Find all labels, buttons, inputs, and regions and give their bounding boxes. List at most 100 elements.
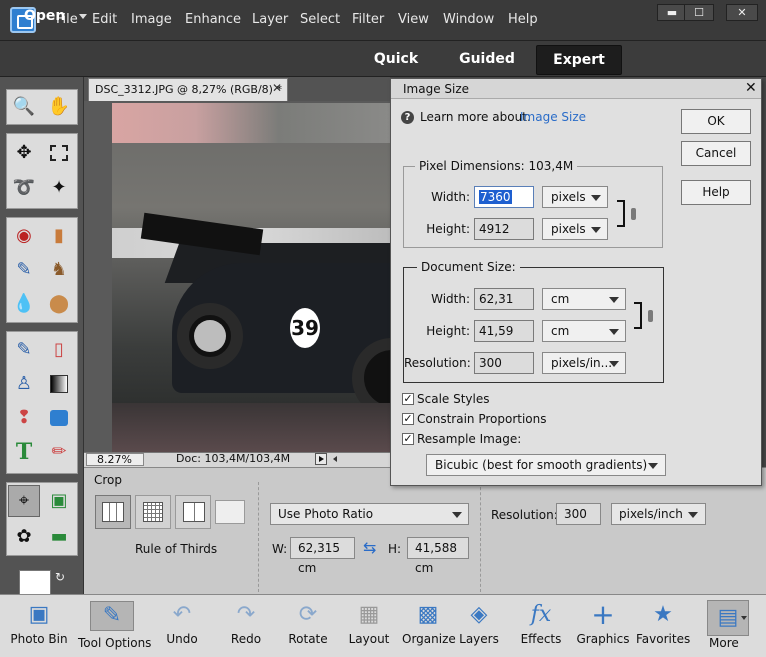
blur-tool-icon[interactable]: 💧 [10,290,38,318]
constrain-proportions-checkbox[interactable]: ✓ [402,413,414,425]
layers-icon: ◈ [470,602,488,627]
zoom-tool-icon[interactable]: 🔍 [10,93,38,121]
more-dropdown-icon[interactable] [741,616,747,620]
no-overlay-split-button[interactable] [175,495,211,529]
constrain-proportions-label: Constrain Proportions [417,412,547,426]
chevron-down-icon [648,463,658,469]
undo-button[interactable]: ↶ Undo [160,598,204,654]
pixel-height-input[interactable]: 4912 [474,218,534,240]
smart-brush-icon[interactable]: ✎ [10,256,38,284]
resample-image-checkbox[interactable]: ✓ [402,433,414,445]
menu-edit[interactable]: Edit [92,12,117,27]
chevron-down-icon [591,195,601,201]
pencil-tool-icon[interactable]: ✏ [45,438,73,466]
crop-preset-label: Rule of Thirds [135,542,218,556]
tab-guided[interactable]: Guided [447,45,527,75]
swap-dimensions-icon[interactable]: ⇆ [363,538,376,557]
open-dropdown-icon[interactable] [79,14,87,19]
crop-ratio-dropdown[interactable]: Use Photo Ratio [270,503,469,525]
status-menu-arrow-icon[interactable] [315,453,327,465]
learn-more-link[interactable]: Image Size [520,110,586,124]
menu-filter[interactable]: Filter [352,12,384,27]
quick-selection-tool-icon[interactable]: ✦ [45,174,73,202]
car-number-label: 39 [290,308,320,348]
doc-resolution-input[interactable]: 300 [474,352,534,374]
doc-width-input[interactable]: 62,31 [474,288,534,310]
layout-button[interactable]: ▦ Layout [346,598,392,654]
chevron-down-icon [688,512,698,518]
recompose-tool-icon[interactable]: ▣ [45,487,73,515]
tab-quick[interactable]: Quick [360,45,432,75]
menu-help[interactable]: Help [508,12,538,27]
crop-tool-icon[interactable]: ⌖ [8,485,40,517]
chain-link-icon [631,208,636,220]
doc-height-input[interactable]: 41,59 [474,320,534,342]
hand-tool-icon[interactable]: ✋ [45,93,73,121]
red-eye-tool-icon[interactable]: ◉ [10,222,38,250]
scale-styles-checkbox[interactable]: ✓ [402,393,414,405]
menu-image[interactable]: Image [131,12,172,27]
menu-view[interactable]: View [398,12,429,27]
tab-close-icon[interactable]: ✕ [272,81,282,95]
shape-tool-icon[interactable] [45,404,73,432]
grid-overlay-button[interactable] [135,495,171,529]
no-overlay-button[interactable] [215,500,245,524]
draw-tools-group: ✎ ▯ ♙ ❢ T ✏ [6,331,78,474]
menu-enhance[interactable]: Enhance [185,12,241,27]
redo-icon: ↷ [236,602,256,627]
crop-resolution-field[interactable]: 300 [556,503,601,525]
healing-brush-icon[interactable]: ▮ [45,222,73,250]
tool-options-title: Crop [94,473,123,487]
cancel-button[interactable]: Cancel [681,141,751,166]
rule-of-thirds-grid-button[interactable] [95,495,131,529]
zoom-level-field[interactable]: 8.27% [86,453,144,466]
brush-tool-icon[interactable]: ✎ [10,336,38,364]
chevron-down-icon [609,329,619,335]
foreground-color-swatch[interactable] [19,570,51,596]
sponge-tool-icon[interactable]: ⬤ [45,290,73,318]
swap-colors-icon[interactable]: ↻ [55,570,65,584]
pixel-width-input[interactable]: 7360 [474,186,534,208]
menu-select[interactable]: Select [300,12,340,27]
marquee-tool-icon[interactable] [45,139,73,167]
rotate-button[interactable]: ⟳ Rotate [283,598,333,654]
menu-window[interactable]: Window [443,12,494,27]
lasso-tool-icon[interactable]: ➰ [10,174,38,202]
menu-layer[interactable]: Layer [252,12,288,27]
eyedropper-tool-icon[interactable]: ❢ [10,404,38,432]
resample-method-dropdown[interactable]: Bicubic (best for smooth gradients) [426,454,666,476]
layers-button[interactable]: ◈ Layers [458,598,500,654]
tab-expert[interactable]: Expert [536,45,622,75]
document-size-label: Document Size: [417,260,520,274]
move-tool-icon[interactable]: ✥ [10,139,38,167]
help-circle-icon: ? [401,111,414,124]
type-tool-icon[interactable]: T [10,438,38,466]
maximize-button[interactable]: ☐ [684,4,714,21]
dialog-close-icon[interactable]: ✕ [745,80,757,96]
graphics-button[interactable]: + Graphics [576,598,630,654]
crop-width-field[interactable]: 62,315 cm [290,537,355,575]
clone-stamp-icon[interactable]: ♞ [45,256,73,284]
tool-options-toggle[interactable]: ✎ [90,601,134,631]
photo-bin-button[interactable]: ▣ Photo Bin [8,598,70,654]
cookie-cutter-icon[interactable]: ✿ [10,523,38,551]
open-button[interactable]: Open [24,8,65,24]
eraser-tool-icon[interactable]: ▯ [45,336,73,364]
gradient-tool-icon[interactable] [45,370,73,398]
graphics-plus-icon: + [591,598,615,631]
organize-button[interactable]: ▩ Organize [402,598,456,654]
ok-button[interactable]: OK [681,109,751,134]
scroll-left-icon[interactable] [333,456,337,462]
paint-bucket-icon[interactable]: ♙ [10,370,38,398]
effects-button[interactable]: fx Effects [518,598,564,654]
window-close-button[interactable]: ✕ [726,4,758,21]
document-tab[interactable]: DSC_3312.JPG @ 8,27% (RGB/8) * [88,78,288,101]
help-button[interactable]: Help [681,180,751,205]
crop-height-field[interactable]: 41,588 cm [407,537,469,575]
redo-button[interactable]: ↷ Redo [224,598,268,654]
favorites-button[interactable]: ★ Favorites [636,598,690,654]
straighten-tool-icon[interactable]: ▬ [45,523,73,551]
minimize-button[interactable]: ▬ [657,4,687,21]
crop-width-label: W: [272,542,288,556]
pixel-dimensions-label: Pixel Dimensions: 103,4M [415,159,578,173]
